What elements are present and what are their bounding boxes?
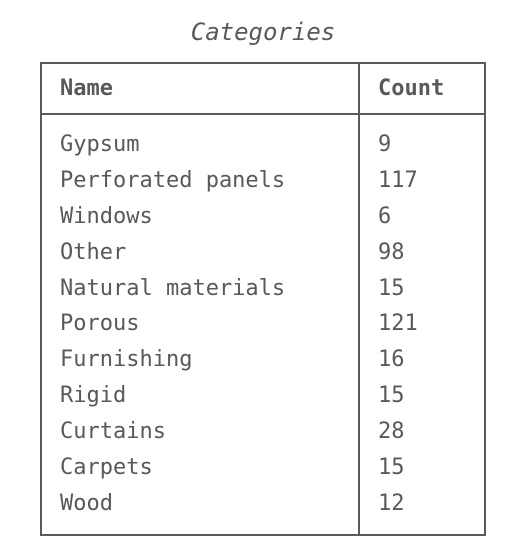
table-row: Rigid 15 [41, 378, 485, 414]
col-header-name: Name [41, 63, 359, 114]
table-row: Gypsum 9 [41, 114, 485, 163]
cell-name: Wood [41, 486, 359, 535]
table-header-row: Name Count [41, 63, 485, 114]
cell-name: Natural materials [41, 271, 359, 307]
table-row: Other 98 [41, 235, 485, 271]
cell-name: Perforated panels [41, 163, 359, 199]
table-row: Porous 121 [41, 306, 485, 342]
table-row: Windows 6 [41, 199, 485, 235]
cell-count: 15 [359, 450, 485, 486]
categories-table: Name Count Gypsum 9 Perforated panels 11… [40, 62, 486, 536]
cell-count: 117 [359, 163, 485, 199]
cell-name: Rigid [41, 378, 359, 414]
cell-name: Carpets [41, 450, 359, 486]
cell-name: Gypsum [41, 114, 359, 163]
table-row: Natural materials 15 [41, 271, 485, 307]
table-row: Wood 12 [41, 486, 485, 535]
cell-count: 98 [359, 235, 485, 271]
cell-name: Curtains [41, 414, 359, 450]
cell-name: Furnishing [41, 342, 359, 378]
table-row: Furnishing 16 [41, 342, 485, 378]
cell-name: Other [41, 235, 359, 271]
cell-count: 16 [359, 342, 485, 378]
cell-count: 121 [359, 306, 485, 342]
cell-name: Porous [41, 306, 359, 342]
cell-count: 28 [359, 414, 485, 450]
cell-count: 12 [359, 486, 485, 535]
cell-count: 15 [359, 378, 485, 414]
table-row: Curtains 28 [41, 414, 485, 450]
cell-count: 15 [359, 271, 485, 307]
cell-count: 9 [359, 114, 485, 163]
col-header-count: Count [359, 63, 485, 114]
table-row: Carpets 15 [41, 450, 485, 486]
table-title: Categories [40, 18, 486, 46]
cell-count: 6 [359, 199, 485, 235]
table-row: Perforated panels 117 [41, 163, 485, 199]
cell-name: Windows [41, 199, 359, 235]
